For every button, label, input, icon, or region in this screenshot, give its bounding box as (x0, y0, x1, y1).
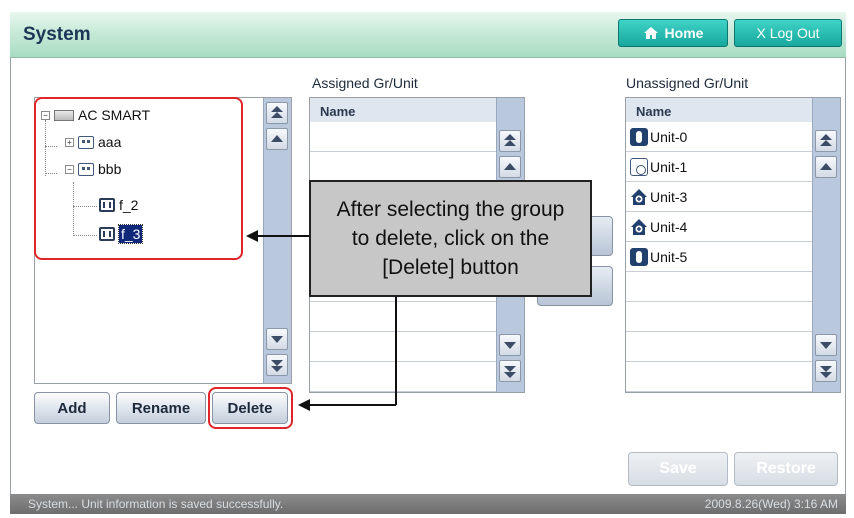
logout-button[interactable]: X Log Out (734, 19, 842, 47)
logout-button-label: X Log Out (756, 25, 820, 41)
unit-label: Unit-1 (650, 158, 688, 175)
list-item[interactable]: Unit-5 (626, 242, 812, 272)
scroll-bottom-button[interactable] (266, 354, 288, 376)
list-item[interactable] (310, 302, 496, 332)
chevron-down-icon (504, 342, 516, 349)
assigned-column-header: Name (310, 98, 496, 122)
instruction-callout: After selecting the group to delete, cli… (309, 180, 592, 297)
chevron-up-icon (271, 135, 283, 142)
delete-highlight-frame (208, 387, 293, 429)
list-item[interactable]: Unit-3 (626, 182, 812, 212)
double-chevron-up-icon (820, 134, 832, 146)
list-item[interactable] (626, 272, 812, 302)
chevron-down-icon (820, 342, 832, 349)
house-unit-icon (630, 217, 648, 236)
rename-button[interactable]: Rename (116, 392, 206, 424)
indoor-unit-icon (630, 127, 648, 146)
tree-scrollbar[interactable] (263, 98, 291, 383)
double-chevron-down-icon (820, 366, 832, 378)
list-item[interactable]: Unit-0 (626, 122, 812, 152)
double-chevron-up-icon (504, 134, 516, 146)
unassigned-title: Unassigned Gr/Unit (626, 75, 749, 91)
list-item[interactable]: Unit-1 (626, 152, 812, 182)
list-item[interactable] (310, 332, 496, 362)
scroll-bottom-button[interactable] (815, 360, 837, 382)
double-chevron-up-icon (271, 106, 283, 118)
scroll-down-button[interactable] (266, 328, 288, 350)
list-item[interactable] (310, 362, 496, 392)
scroll-up-button[interactable] (815, 156, 837, 178)
list-item[interactable] (626, 362, 812, 392)
scroll-bottom-button[interactable] (499, 360, 521, 382)
chevron-down-icon (271, 336, 283, 343)
scroll-down-button[interactable] (499, 334, 521, 356)
unit-label: Unit-5 (650, 248, 688, 265)
callout-line-1: After selecting the group (336, 198, 565, 221)
status-bar: System... Unit information is saved succ… (10, 494, 846, 514)
list-item[interactable] (310, 122, 496, 152)
list-item[interactable] (626, 332, 812, 362)
house-unit-icon (630, 187, 648, 206)
save-button[interactable]: Save (628, 452, 728, 486)
chevron-up-icon (820, 163, 832, 170)
unassigned-column-header: Name (626, 98, 812, 122)
unit-label: Unit-4 (650, 218, 688, 235)
scroll-top-button[interactable] (815, 130, 837, 152)
unit-label: Unit-3 (650, 188, 688, 205)
unassigned-scrollbar[interactable] (812, 98, 840, 392)
ventilation-unit-icon (630, 157, 648, 176)
home-button-label: Home (664, 25, 704, 41)
chevron-up-icon (504, 163, 516, 170)
scroll-top-button[interactable] (499, 130, 521, 152)
status-message: System... Unit information is saved succ… (28, 497, 284, 511)
list-item[interactable]: Unit-4 (626, 212, 812, 242)
assigned-title: Assigned Gr/Unit (312, 75, 418, 91)
list-item[interactable] (310, 152, 496, 182)
unit-label: Unit-0 (650, 128, 688, 145)
add-button[interactable]: Add (34, 392, 110, 424)
home-icon (643, 27, 658, 39)
indoor-unit-icon (630, 247, 648, 266)
scroll-down-button[interactable] (815, 334, 837, 356)
double-chevron-down-icon (504, 366, 516, 378)
list-item[interactable] (626, 302, 812, 332)
page-title: System (23, 24, 91, 45)
unassigned-list[interactable]: Name Unit-0 Unit-1 Unit-3 Unit-4 Unit-5 (625, 97, 841, 393)
tree-highlight-frame (34, 97, 243, 260)
scroll-up-button[interactable] (499, 156, 521, 178)
double-chevron-down-icon (271, 360, 283, 372)
callout-line-3: [Delete] button (382, 256, 519, 279)
callout-line-2: to delete, click on the (351, 227, 550, 250)
home-button[interactable]: Home (618, 19, 728, 47)
restore-button[interactable]: Restore (734, 452, 838, 486)
status-datetime: 2009.8.26(Wed) 3:16 AM (704, 497, 838, 511)
scroll-up-button[interactable] (266, 128, 288, 150)
scroll-top-button[interactable] (266, 102, 288, 124)
